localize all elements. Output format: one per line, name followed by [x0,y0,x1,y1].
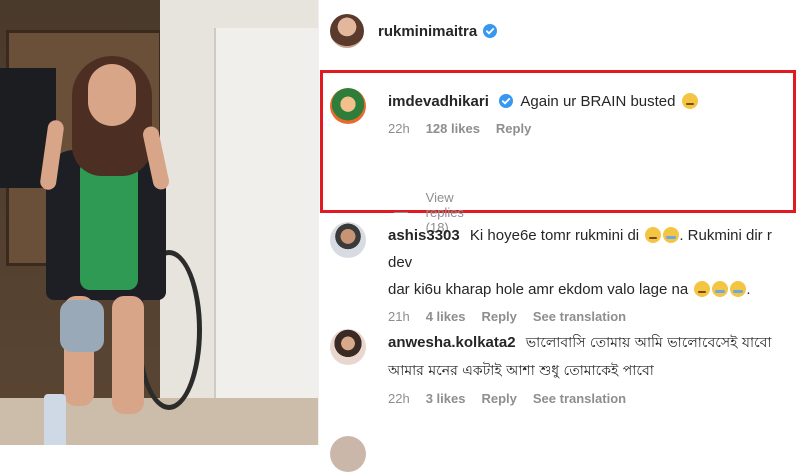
comment-message-line1: Ki hoye6e tomr rukmini di [469,227,640,244]
post-photo [0,0,318,445]
crying-face-emoji-icon [730,281,747,297]
verified-badge-icon [499,94,514,108]
comment-time[interactable]: 21h [388,309,410,324]
panel-divider [318,0,319,445]
comment-text: anwesha.kolkata2 ভালোবাসি তোমায় আমি ভাল… [388,329,798,385]
photo-face [88,64,136,126]
comment-meta: 22h 3 likes Reply See translation [388,391,798,406]
photo-shirt [80,160,138,290]
photo-knee-brace [60,300,104,352]
see-translation-button[interactable]: See translation [533,309,626,324]
comment-likes[interactable]: 128 likes [426,121,480,136]
crying-face-emoji-icon [663,227,680,243]
photo-leg-right [112,296,144,414]
comment-username[interactable]: imdevadhikari [388,93,489,110]
sad-face-emoji-icon [645,227,662,243]
comment-text: imdevadhikari Again ur BRAIN busted [388,88,798,115]
post-header: rukminimaitra [330,10,498,52]
verified-badge-icon [483,24,498,38]
reply-button[interactable]: Reply [496,121,531,136]
sad-face-emoji-icon [681,93,698,109]
commenter-avatar[interactable] [330,88,366,124]
sad-face-emoji-icon [694,281,711,297]
comment-likes[interactable]: 4 likes [426,309,466,324]
reply-button[interactable]: Reply [481,309,516,324]
comment-body: anwesha.kolkata2 ভালোবাসি তোমায় আমি ভাল… [388,329,798,406]
comment-message-line2: dar ki6u kharap hole amr ekdom valo lage… [388,281,689,298]
commenter-avatar[interactable] [330,329,366,365]
see-translation-button[interactable]: See translation [533,391,626,406]
photo-door [214,28,318,418]
comment-meta: 21h 4 likes Reply See translation [388,309,798,324]
comment-time[interactable]: 22h [388,121,410,136]
comment-body: ashis3303 Ki hoye6e tomr rukmini di . Ru… [388,222,798,324]
post-author-avatar[interactable] [330,14,364,48]
commenter-avatar[interactable] [330,222,366,258]
post-author-username[interactable]: rukminimaitra [378,23,477,40]
crying-face-emoji-icon [712,281,729,297]
comment-text: ashis3303 Ki hoye6e tomr rukmini di . Ru… [388,227,772,298]
photo-bottle [44,394,66,445]
replies-line [394,212,408,213]
comment-body: imdevadhikari Again ur BRAIN busted 22h … [388,88,798,136]
comment-likes[interactable]: 3 likes [426,391,466,406]
comment-time[interactable]: 22h [388,391,410,406]
comment-meta: 22h 128 likes Reply [388,121,798,136]
comment-username[interactable]: ashis3303 [388,227,460,244]
comment-username[interactable]: anwesha.kolkata2 [388,334,516,351]
commenter-avatar[interactable] [330,436,366,472]
comment-message-line1: ভালোবাসি তোমায় আমি ভালোবেসেই যাবো [525,335,772,351]
comment-message-line2: আমার মনের একটাই আশা শুধু তোমাকেই পাবো [388,363,654,379]
reply-button[interactable]: Reply [481,391,516,406]
comment-message: Again ur BRAIN busted [520,93,676,110]
